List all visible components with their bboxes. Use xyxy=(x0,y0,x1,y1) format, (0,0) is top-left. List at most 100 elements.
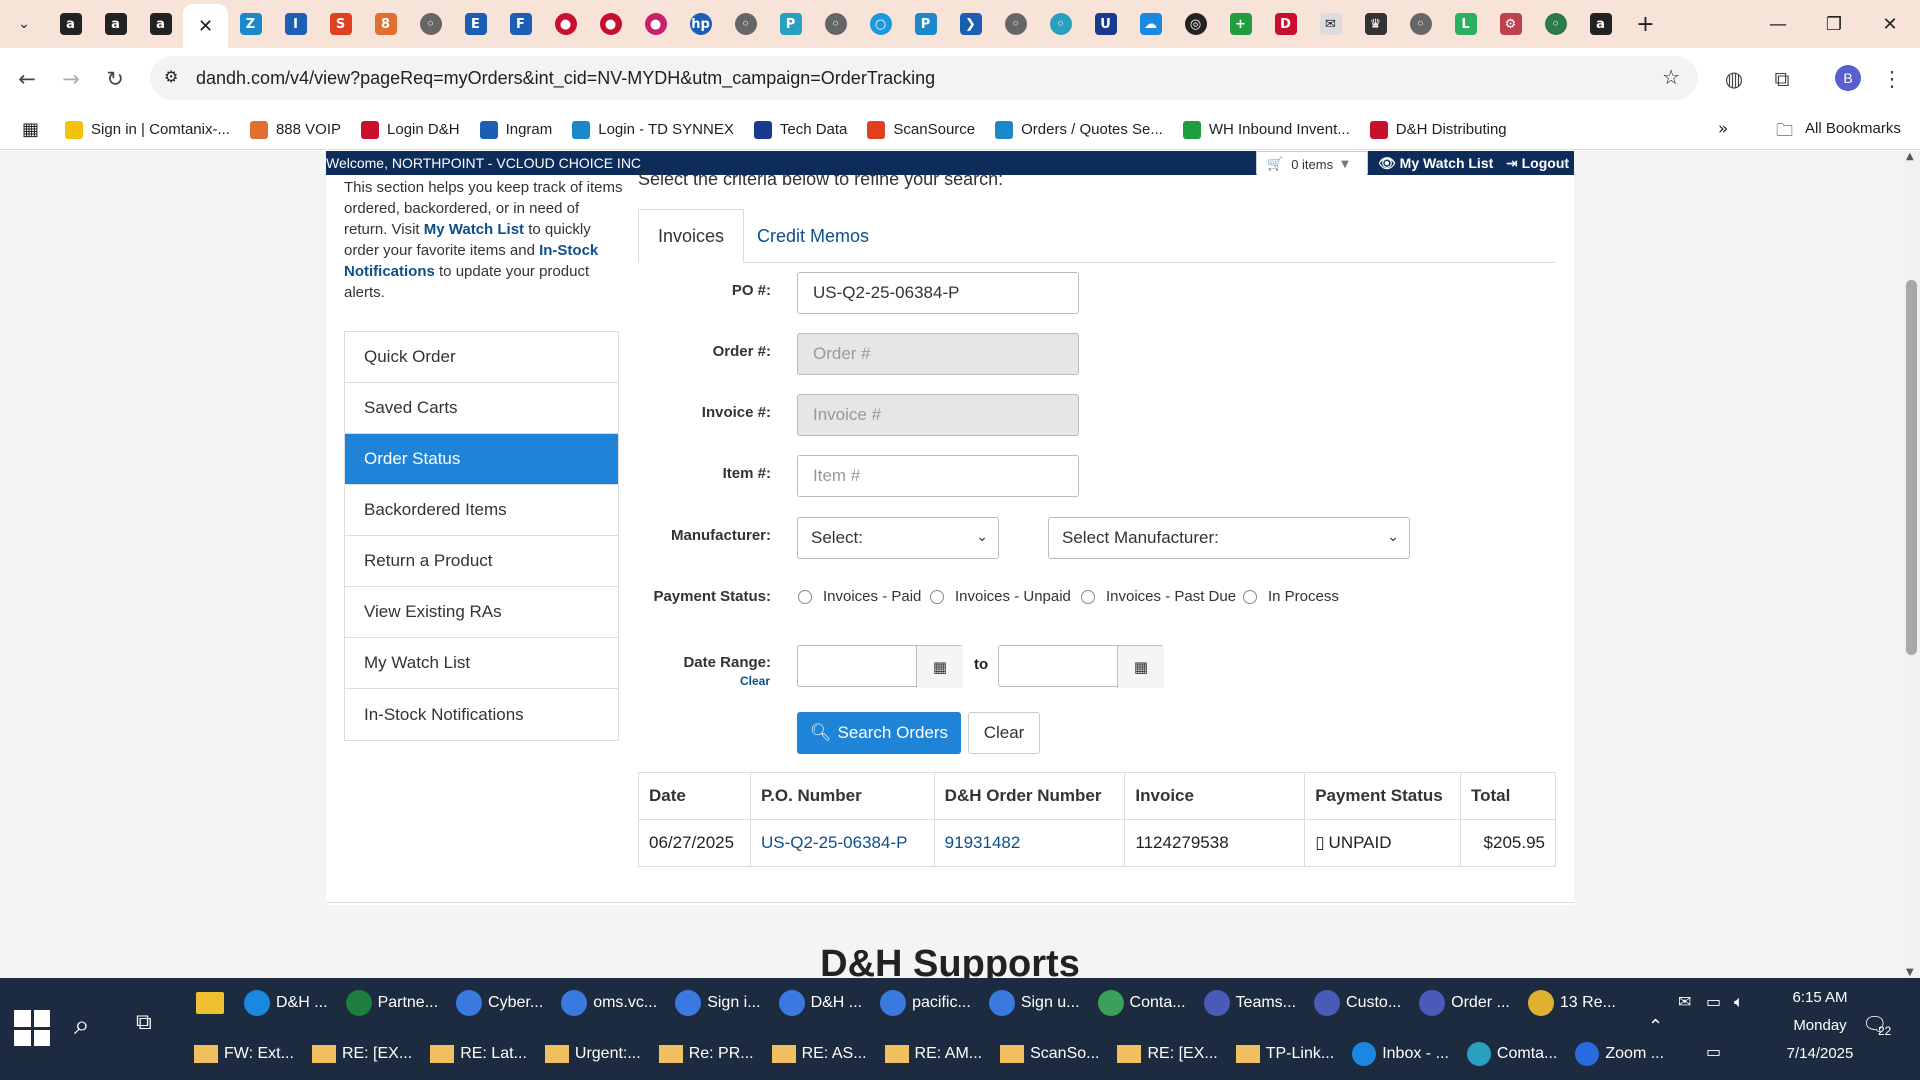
taskbar-window[interactable]: Urgent:... xyxy=(541,1035,645,1073)
taskbar-window[interactable]: TP-Link... xyxy=(1232,1035,1338,1073)
taskbar-app[interactable]: Partne... xyxy=(342,984,442,1022)
invoice-input[interactable]: Invoice # xyxy=(797,394,1079,436)
date-to-input[interactable]: ▦ xyxy=(998,645,1164,688)
scrollbar-thumb[interactable] xyxy=(1906,280,1917,655)
tab-amazon[interactable]: a xyxy=(93,0,138,48)
radio-circle[interactable] xyxy=(1243,589,1257,604)
battery-icon[interactable]: ▭ xyxy=(1706,992,1721,1011)
taskbar-app[interactable]: 13 Re... xyxy=(1524,984,1620,1022)
globe-icon[interactable]: ◍ xyxy=(1716,61,1752,97)
search-orders-button[interactable]: 🔍︎ Search Orders xyxy=(797,712,961,754)
taskbar-app[interactable]: Teams... xyxy=(1200,984,1300,1022)
taskbar-app[interactable]: Custo... xyxy=(1310,984,1405,1022)
tab[interactable]: ○ xyxy=(858,0,903,48)
network-icon[interactable]: ▭ xyxy=(1706,1042,1721,1061)
radio-invoices-unpaid[interactable]: Invoices - Unpaid xyxy=(930,588,1071,605)
tab[interactable]: ◦ xyxy=(813,0,858,48)
sidenav-item[interactable]: Saved Carts xyxy=(345,383,618,434)
tab[interactable]: ◦ xyxy=(1533,0,1578,48)
search-icon[interactable]: ⌕ xyxy=(74,1008,90,1042)
tab[interactable]: L xyxy=(1443,0,1488,48)
tab[interactable]: 8 xyxy=(363,0,408,48)
restore-button[interactable]: ❐ xyxy=(1806,0,1862,48)
mail-icon[interactable]: ✉ xyxy=(1678,992,1691,1011)
star-icon[interactable]: ☆ xyxy=(1662,65,1680,89)
sidenav-item[interactable]: View Existing RAs xyxy=(345,587,618,638)
scroll-down-icon[interactable]: ▼ xyxy=(1906,967,1914,978)
tab[interactable]: ◦ xyxy=(723,0,768,48)
radio-circle[interactable] xyxy=(798,589,812,604)
tab[interactable]: ♛ xyxy=(1353,0,1398,48)
manufacturer-type-select[interactable]: Select: ⌄ xyxy=(797,517,999,559)
bookmark-item[interactable]: Orders / Quotes Se... xyxy=(995,120,1163,139)
logout-link[interactable]: ⇥ Logout xyxy=(1506,155,1569,172)
bookmark-item[interactable]: Login - TD SYNNEX xyxy=(572,120,734,139)
notification-center-button[interactable]: 🗨 22 xyxy=(1862,1012,1891,1038)
tab[interactable]: ◦ xyxy=(993,0,1038,48)
bookmark-item[interactable]: D&H Distributing xyxy=(1369,120,1507,139)
tab-amazon[interactable]: a xyxy=(138,0,183,48)
cart-button[interactable]: 🛒 0 items ▼ xyxy=(1256,151,1368,177)
tab-search-icon[interactable]: ⌄ xyxy=(0,0,48,48)
more-bookmarks-icon[interactable]: » xyxy=(1718,119,1728,139)
taskbar-app[interactable]: Conta... xyxy=(1094,984,1190,1022)
back-button[interactable]: ← xyxy=(9,61,45,97)
tab[interactable]: ● xyxy=(633,0,678,48)
taskbar-window[interactable]: ScanSo... xyxy=(996,1035,1103,1073)
tab[interactable]: P xyxy=(903,0,948,48)
tab[interactable]: ● xyxy=(588,0,633,48)
tab[interactable]: ◦ xyxy=(408,0,453,48)
taskbar-app[interactable]: oms.vc... xyxy=(557,984,661,1022)
calendar-icon[interactable]: ▦ xyxy=(1117,646,1164,688)
menu-icon[interactable]: ⋮ xyxy=(1874,61,1910,97)
task-view-icon[interactable]: ⧉ xyxy=(136,1010,152,1035)
tab[interactable]: ◦ xyxy=(1038,0,1083,48)
taskbar-window[interactable]: Zoom ... xyxy=(1571,1035,1668,1073)
address-bar[interactable]: ⚙ dandh.com/v4/view?pageReq=myOrders&int… xyxy=(150,56,1698,100)
tab[interactable]: E xyxy=(453,0,498,48)
taskbar-window[interactable]: RE: Lat... xyxy=(426,1035,531,1073)
bookmark-item[interactable]: 888 VOIP xyxy=(249,120,341,139)
tab[interactable]: F xyxy=(498,0,543,48)
tab[interactable]: a xyxy=(1578,0,1623,48)
site-info-icon[interactable]: ⚙ xyxy=(164,67,178,86)
tab-invoices[interactable]: Invoices xyxy=(638,209,745,263)
close-icon[interactable]: ✕ xyxy=(198,16,213,37)
url-text[interactable]: dandh.com/v4/view?pageReq=myOrders&int_c… xyxy=(196,68,935,89)
watch-list-link[interactable]: 👁 My Watch List xyxy=(1378,155,1493,172)
tab[interactable]: ◦ xyxy=(1398,0,1443,48)
extensions-icon[interactable]: ⧉ xyxy=(1764,61,1800,97)
taskbar-window[interactable]: Inbox - ... xyxy=(1348,1035,1453,1073)
date-range-clear-link[interactable]: Clear xyxy=(730,674,770,688)
taskbar-window[interactable]: RE: AS... xyxy=(768,1035,871,1073)
calendar-icon[interactable]: ▦ xyxy=(916,646,963,688)
forward-button[interactable]: → xyxy=(53,61,89,97)
date-from-input[interactable]: ▦ xyxy=(797,645,963,688)
tab-credit-memos[interactable]: Credit Memos xyxy=(738,209,888,263)
order-input[interactable]: Order # xyxy=(797,333,1079,375)
all-bookmarks[interactable]: All Bookmarks xyxy=(1805,120,1901,137)
bookmark-item[interactable]: Tech Data xyxy=(753,120,847,139)
tab[interactable]: ✉ xyxy=(1308,0,1353,48)
new-tab-button[interactable]: + xyxy=(1623,0,1668,48)
tab[interactable]: D xyxy=(1263,0,1308,48)
radio-circle[interactable] xyxy=(1081,589,1095,604)
item-input[interactable]: Item # xyxy=(797,455,1079,497)
radio-circle[interactable] xyxy=(930,589,944,604)
scroll-up-icon[interactable]: ▲ xyxy=(1906,151,1914,162)
taskbar-app[interactable]: pacific... xyxy=(876,984,975,1022)
taskbar-window[interactable]: FW: Ext... xyxy=(190,1035,298,1073)
taskbar-window[interactable]: RE: [EX... xyxy=(308,1035,416,1073)
reload-button[interactable]: ↻ xyxy=(97,61,133,97)
po-input[interactable]: US-Q2-25-06384-P xyxy=(797,272,1079,314)
taskbar-app[interactable]: Order ... xyxy=(1415,984,1514,1022)
sidenav-item[interactable]: In-Stock Notifications xyxy=(345,689,618,740)
tab[interactable]: U xyxy=(1083,0,1128,48)
tab[interactable]: hp xyxy=(678,0,723,48)
sidenav-item[interactable]: My Watch List xyxy=(345,638,618,689)
taskbar-window[interactable]: Comta... xyxy=(1463,1035,1561,1073)
taskbar-app[interactable]: D&H ... xyxy=(775,984,867,1022)
table-cell[interactable]: 91931482 xyxy=(933,819,1126,867)
sidenav-item[interactable]: Backordered Items xyxy=(345,485,618,536)
sidenav-item[interactable]: Return a Product xyxy=(345,536,618,587)
